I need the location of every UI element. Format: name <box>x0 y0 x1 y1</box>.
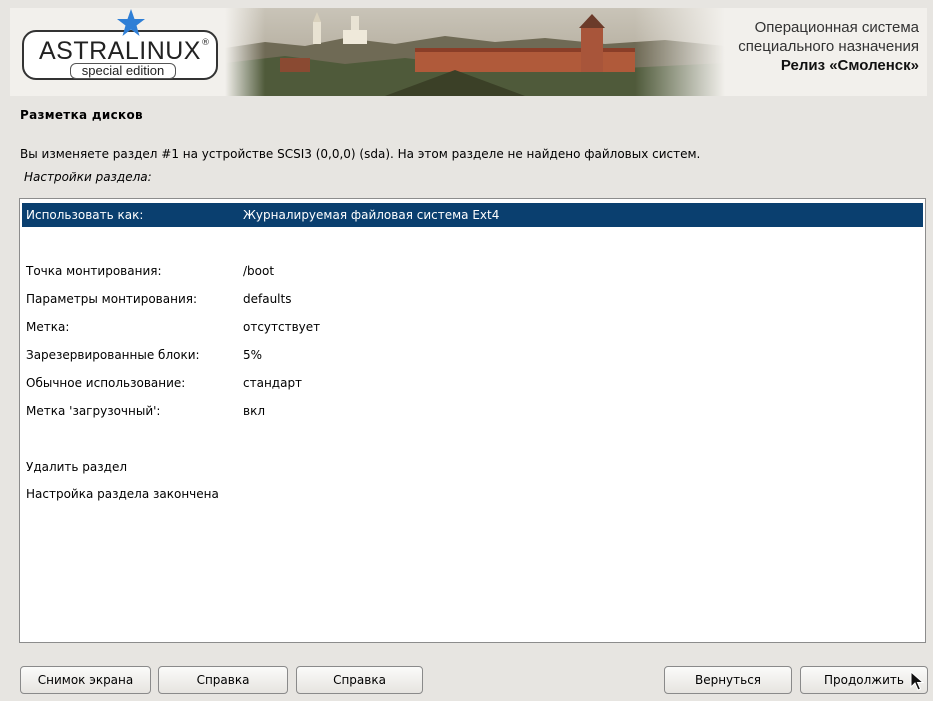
bootable-flag-value: вкл <box>243 404 265 418</box>
fs-label-value: отсутствует <box>243 320 321 334</box>
fs-label-label: Метка: <box>26 320 70 334</box>
logo-edition: special edition <box>70 63 176 79</box>
logo-name: ASTRALINUX <box>39 37 201 65</box>
delete-partition-label: Удалить раздел <box>26 460 128 474</box>
list-item-mount-options[interactable]: Параметры монтирования: defaults <box>22 287 923 311</box>
section-subtitle: Настройки раздела: <box>24 170 152 184</box>
os-title-line2: специального назначения <box>738 38 919 55</box>
star-icon <box>117 9 145 36</box>
typical-usage-value: стандарт <box>243 376 303 390</box>
help-button-2[interactable]: Справка <box>296 666 423 694</box>
list-item-done[interactable]: Настройка раздела закончена <box>22 482 923 506</box>
list-item-delete-partition[interactable]: Удалить раздел <box>22 455 923 479</box>
os-release: Релиз «Смоленск» <box>780 57 919 74</box>
os-title: Операционная система специального назнач… <box>738 18 919 75</box>
list-item-mount-point[interactable]: Точка монтирования: /boot <box>22 259 923 283</box>
partition-settings-list[interactable]: Использовать как: Журналируемая файловая… <box>19 198 926 643</box>
registered-mark: ® <box>201 38 210 48</box>
list-item-label[interactable]: Метка: отсутствует <box>22 315 923 339</box>
mount-options-value: defaults <box>243 292 292 306</box>
page-description: Вы изменяете раздел #1 на устройстве SCS… <box>20 147 701 161</box>
list-item-typical-usage[interactable]: Обычное использование: стандарт <box>22 371 923 395</box>
continue-button[interactable]: Продолжить <box>800 666 928 694</box>
screenshot-button[interactable]: Снимок экрана <box>20 666 151 694</box>
mount-point-value: /boot <box>243 264 275 278</box>
reserved-blocks-value: 5% <box>243 348 263 362</box>
reserved-blocks-label: Зарезервированные блоки: <box>26 348 200 362</box>
installer-banner: ASTRALINUX ® special edition Операционна… <box>10 8 927 96</box>
done-setting-label: Настройка раздела закончена <box>26 487 219 501</box>
page-title: Разметка дисков <box>20 108 143 122</box>
os-title-line1: Операционная система <box>754 19 919 36</box>
use-as-value: Журналируемая файловая система Ext4 <box>243 208 500 222</box>
mount-options-label: Параметры монтирования: <box>26 292 197 306</box>
typical-usage-label: Обычное использование: <box>26 376 186 390</box>
mount-point-label: Точка монтирования: <box>26 264 162 278</box>
list-item-use-as[interactable]: Использовать как: Журналируемая файловая… <box>22 203 923 227</box>
kremlin-wall-photo <box>225 8 725 96</box>
astralinux-logo: ASTRALINUX ® special edition <box>22 9 218 80</box>
list-item-bootable-flag[interactable]: Метка 'загрузочный': вкл <box>22 399 923 423</box>
help-button-1[interactable]: Справка <box>158 666 288 694</box>
list-item-reserved-blocks[interactable]: Зарезервированные блоки: 5% <box>22 343 923 367</box>
mouse-pointer-icon <box>910 671 924 691</box>
back-button[interactable]: Вернуться <box>664 666 792 694</box>
use-as-label: Использовать как: <box>26 208 144 222</box>
bootable-flag-label: Метка 'загрузочный': <box>26 404 161 418</box>
